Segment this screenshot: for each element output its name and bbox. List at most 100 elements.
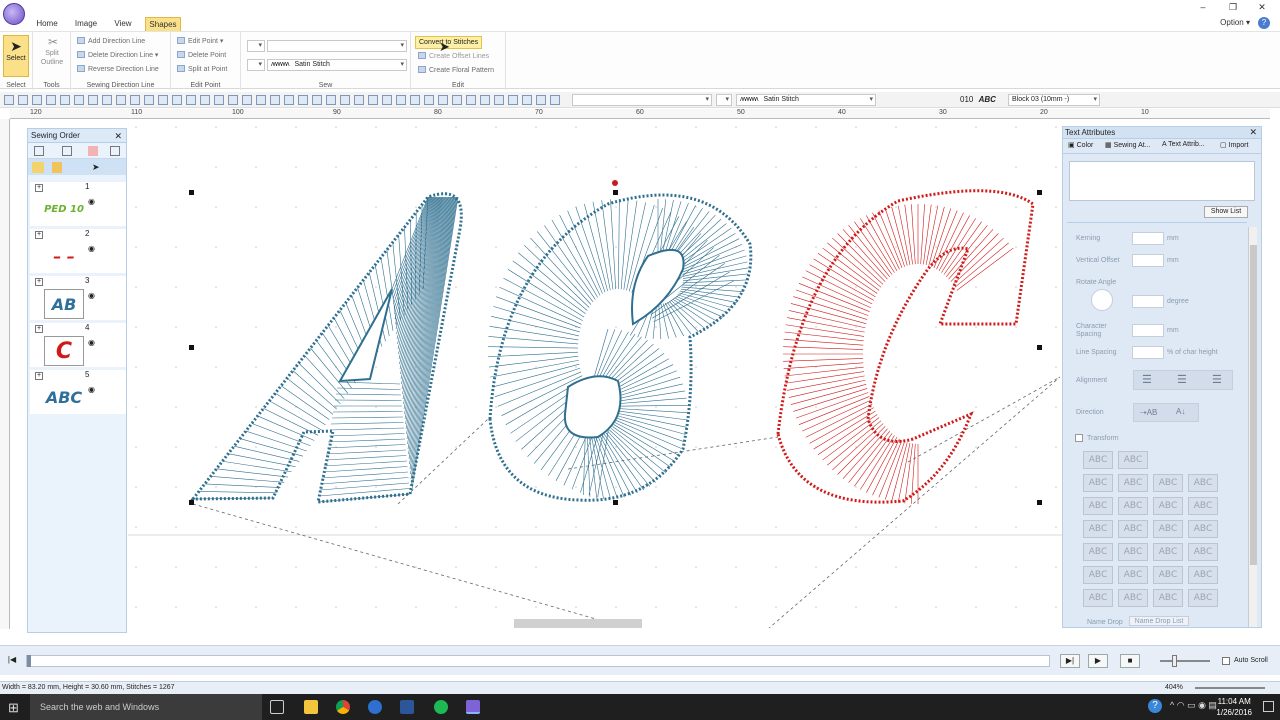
close-icon[interactable]: ✕	[1252, 2, 1272, 13]
toolbar-button-icon[interactable]	[536, 95, 546, 105]
transform-style-option[interactable]: ABC	[1188, 497, 1218, 515]
transform-style-option[interactable]: ABC	[1118, 566, 1148, 584]
sewing-order-item[interactable]: +1 PED 10 ◉	[30, 182, 126, 226]
help-tray-icon[interactable]: ?	[1148, 699, 1162, 713]
speed-slider[interactable]	[1160, 655, 1210, 667]
region-color-select[interactable]	[247, 59, 265, 71]
region-color-toolbar-select[interactable]	[716, 94, 732, 106]
letter-c[interactable]	[776, 189, 1035, 504]
toolbar-button-icon[interactable]	[410, 95, 420, 105]
toolbar-button-icon[interactable]	[60, 95, 70, 105]
toolbar-button-icon[interactable]	[144, 95, 154, 105]
frame-icon[interactable]	[110, 146, 120, 156]
transform-style-option[interactable]: ABC	[1118, 543, 1148, 561]
add-direction-line-button[interactable]: Add Direction Line	[77, 37, 145, 46]
toolbar-button-icon[interactable]	[228, 95, 238, 105]
taskbar-clock[interactable]: 11:04 AM 1/26/2016	[1216, 696, 1252, 718]
select-button[interactable]: ➤ Select	[3, 35, 29, 77]
kerning-input[interactable]	[1132, 232, 1164, 245]
transform-style-option[interactable]: ABC	[1153, 543, 1183, 561]
auto-scroll-checkbox[interactable]	[1222, 657, 1230, 665]
toolbar-button-icon[interactable]	[242, 95, 252, 105]
expand-icon[interactable]: +	[35, 325, 43, 333]
tab-shapes[interactable]: Shapes	[145, 17, 181, 31]
toolbar-button-icon[interactable]	[438, 95, 448, 105]
text-input-area[interactable]	[1069, 161, 1255, 201]
toolbar-button-icon[interactable]	[18, 95, 28, 105]
stitch-type-toolbar-select[interactable]: ʌʌʌʌʌʌʌ Satin Stitch	[736, 94, 876, 106]
windows-start-icon[interactable]: ⊞	[8, 700, 19, 716]
tab-text-attributes[interactable]: A Text Attrib...	[1162, 141, 1205, 148]
color-sort-icon[interactable]	[88, 146, 98, 156]
line-type-select[interactable]	[267, 40, 407, 52]
line-color-select[interactable]	[247, 40, 265, 52]
toolbar-button-icon[interactable]	[452, 95, 462, 105]
chrome-icon[interactable]	[336, 700, 350, 714]
rotate-angle-input[interactable]	[1132, 295, 1164, 308]
letter-b[interactable]	[488, 193, 753, 502]
transform-style-option[interactable]: ABC	[1118, 474, 1148, 492]
sewing-order-item[interactable]: +5 ABC ◉	[30, 370, 126, 414]
toolbar-button-icon[interactable]	[284, 95, 294, 105]
toolbar-button-icon[interactable]	[256, 95, 266, 105]
horizontal-direction-icon[interactable]: ⇢AB	[1140, 408, 1157, 417]
create-floral-pattern-button[interactable]: Create Floral Pattern	[418, 66, 494, 75]
toolbar-button-icon[interactable]	[340, 95, 350, 105]
toolbar-button-icon[interactable]	[466, 95, 476, 105]
pointer-icon[interactable]: ➤	[92, 162, 100, 173]
name-drop-list-button[interactable]: Name Drop List	[1129, 616, 1189, 626]
tab-import[interactable]: ▢ Import	[1220, 141, 1248, 149]
expand-icon[interactable]: +	[35, 278, 43, 286]
transform-style-option[interactable]: ABC	[1083, 451, 1113, 469]
vertical-offset-input[interactable]	[1132, 254, 1164, 267]
toolbar-button-icon[interactable]	[130, 95, 140, 105]
minimize-icon[interactable]: –	[1193, 2, 1213, 12]
stitch-progress-slider[interactable]	[26, 655, 1050, 667]
toolbar-button-icon[interactable]	[312, 95, 322, 105]
align-center-icon[interactable]: ☰	[1177, 373, 1187, 386]
toolbar-button-icon[interactable]	[354, 95, 364, 105]
transform-style-option[interactable]: ABC	[1153, 520, 1183, 538]
transform-style-option[interactable]: ABC	[1083, 520, 1113, 538]
close-icon[interactable]: ✕	[114, 131, 122, 142]
transform-style-option[interactable]: ABC	[1083, 589, 1113, 607]
show-list-button[interactable]: Show List	[1204, 206, 1248, 218]
sewing-order-item[interactable]: +3 AB ◉	[30, 276, 126, 320]
view-icon[interactable]	[34, 146, 44, 156]
skip-start-icon[interactable]: |◀	[2, 654, 22, 668]
restore-icon[interactable]: ❐	[1223, 2, 1243, 13]
lock-icon[interactable]	[52, 162, 62, 173]
design-canvas[interactable]	[128, 119, 1062, 628]
sewing-order-item[interactable]: +4 C ◉	[30, 323, 126, 367]
app-menu-icon[interactable]	[3, 3, 25, 25]
tab-view[interactable]: View	[108, 17, 138, 31]
skip-end-icon[interactable]: ▶|	[1060, 654, 1080, 668]
transform-style-option[interactable]: ABC	[1188, 566, 1218, 584]
line-type-toolbar-select[interactable]	[572, 94, 712, 106]
toolbar-button-icon[interactable]	[74, 95, 84, 105]
progress-handle[interactable]	[27, 655, 31, 667]
notifications-icon[interactable]	[1263, 701, 1274, 712]
app-icon[interactable]	[368, 700, 382, 714]
transform-style-option[interactable]: ABC	[1118, 589, 1148, 607]
file-explorer-icon[interactable]	[304, 700, 318, 714]
attributes-scrollbar[interactable]	[1248, 227, 1257, 627]
word-icon[interactable]	[400, 700, 414, 714]
task-view-icon[interactable]	[270, 700, 284, 714]
font-size-select[interactable]: Block 03 (10mm -)	[1008, 94, 1100, 106]
transform-style-option[interactable]: ABC	[1118, 497, 1148, 515]
transform-style-option[interactable]: ABC	[1153, 589, 1183, 607]
toolbar-button-icon[interactable]	[4, 95, 14, 105]
transform-style-option[interactable]: ABC	[1153, 566, 1183, 584]
taskbar-search[interactable]: Search the web and Windows	[30, 694, 262, 720]
create-offset-lines-button[interactable]: Create Offset Lines	[418, 52, 489, 61]
stitch-type-select[interactable]: ʌʌʌʌʌʌʌ Satin Stitch	[267, 59, 407, 71]
toolbar-button-icon[interactable]	[88, 95, 98, 105]
toolbar-button-icon[interactable]	[522, 95, 532, 105]
letter-a[interactable]	[189, 192, 463, 504]
toolbar-button-icon[interactable]	[32, 95, 42, 105]
visibility-icon[interactable]	[32, 162, 44, 173]
transform-style-option[interactable]: ABC	[1083, 497, 1113, 515]
option-menu[interactable]: Option ▾	[1220, 18, 1250, 27]
eye-icon[interactable]: ◉	[88, 291, 95, 300]
